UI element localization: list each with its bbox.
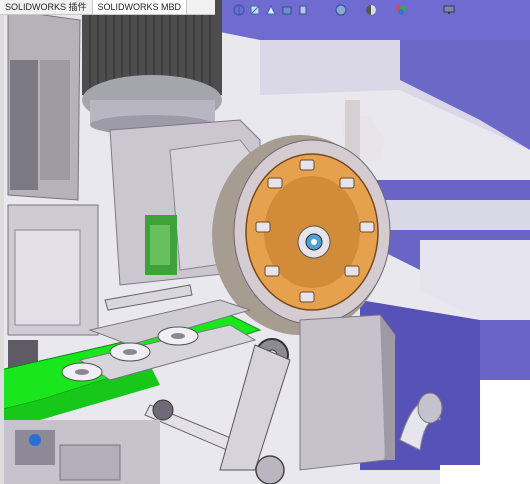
electric-motor	[82, 0, 222, 135]
edit-appearance-icon[interactable]	[335, 4, 347, 16]
bearing-block	[299, 314, 396, 471]
heads-up-view-toolbar	[215, 0, 530, 22]
hide-show-items-icon[interactable]	[297, 4, 309, 16]
window-left-border	[0, 14, 4, 484]
view-settings-icon[interactable]	[395, 4, 407, 16]
solidworks-window: SOLIDWORKS 插件 SOLIDWORKS MBD	[0, 0, 530, 484]
view-orientation-icon[interactable]	[233, 4, 245, 16]
tab-solidworks-addins[interactable]: SOLIDWORKS 插件	[0, 0, 93, 14]
dynamic-annotation-icon[interactable]	[265, 4, 277, 16]
apply-scene-icon[interactable]	[365, 4, 377, 16]
3d-model-viewport[interactable]	[0, 0, 530, 484]
monitor-icon[interactable]	[443, 4, 455, 16]
section-view-icon[interactable]	[249, 4, 261, 16]
display-style-icon[interactable]	[281, 4, 293, 16]
tab-solidworks-mbd[interactable]: SOLIDWORKS MBD	[92, 0, 188, 14]
command-manager-tabs: SOLIDWORKS 插件 SOLIDWORKS MBD	[0, 0, 215, 15]
